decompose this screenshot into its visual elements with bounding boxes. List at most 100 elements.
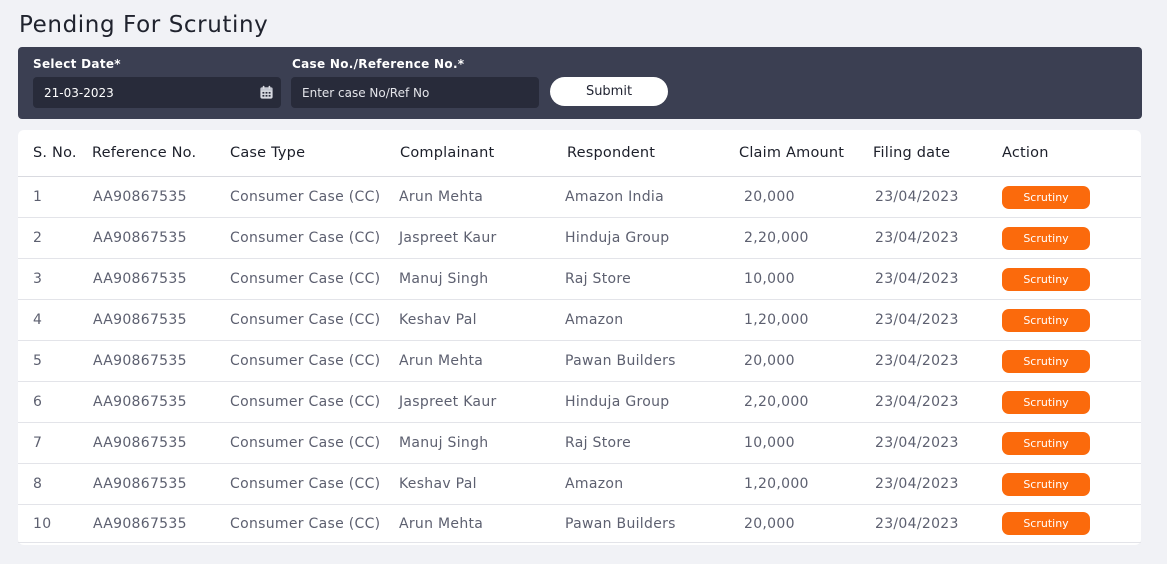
case-number-placeholder: Enter case No/Ref No [302,85,430,100]
cell-respondent: Raj Store [565,435,632,451]
cases-table: S. No. Reference No. Case Type Complaina… [18,130,1141,545]
cell-sno: 10 [33,515,52,532]
header-filing-date: Filing date [873,145,951,161]
cell-filing-date: 23/04/2023 [875,189,959,205]
table-row: 4 AA90867535 Consumer Case (CC) Keshav Pal A… [18,300,1141,341]
table-row: 5 AA90867535 Consumer Case (CC) Arun Mehta P… [18,341,1141,382]
cell-complainant: Arun Mehta [399,189,484,205]
cell-case-type: Consumer Case (CC) [230,353,381,369]
cell-sno: 2 [33,230,43,246]
scrutiny-button[interactable]: Scrutiny [1002,390,1090,414]
cell-respondent: Raj Store [565,271,632,287]
date-label: Select Date* [33,57,121,71]
scrutiny-button[interactable]: Scrutiny [1002,431,1090,455]
cell-complainant: Keshav Pal [399,476,477,492]
cell-claim-amount: 10,000 [744,271,795,287]
cell-reference: AA90867535 [93,271,187,287]
cell-sno: 4 [33,312,43,328]
cell-action: Scrutiny [1002,177,1090,217]
table-header-row: S. No. Reference No. Case Type Complaina… [18,130,1141,177]
cell-claim-amount: 20,000 [744,515,795,532]
table-row: 10 AA90867535 Consumer Case (CC) Arun Mehta… [18,505,1141,543]
submit-button[interactable]: Submit [550,77,668,106]
cell-action: Scrutiny [1002,423,1090,463]
cell-reference: AA90867535 [93,312,187,328]
header-reference: Reference No. [92,145,197,161]
header-claim-amount: Claim Amount [739,145,845,161]
cell-filing-date: 23/04/2023 [875,435,959,451]
scrutiny-button[interactable]: Scrutiny [1002,512,1090,535]
cell-respondent: Hinduja Group [565,230,670,246]
cell-filing-date: 23/04/2023 [875,312,959,328]
cell-sno: 5 [33,353,43,369]
scrutiny-button[interactable]: Scrutiny [1002,267,1090,291]
cell-case-type: Consumer Case (CC) [230,271,381,287]
scrutiny-button[interactable]: Scrutiny [1002,185,1090,209]
cell-sno: 8 [33,476,43,492]
cell-claim-amount: 2,20,000 [744,230,809,246]
cell-action: Scrutiny [1002,218,1090,258]
cell-complainant: Arun Mehta [399,515,484,532]
cell-filing-date: 23/04/2023 [875,353,959,369]
cell-respondent: Pawan Builders [565,353,676,369]
cell-action: Scrutiny [1002,505,1090,542]
cell-case-type: Consumer Case (CC) [230,312,381,328]
cell-complainant: Manuj Singh [399,435,489,451]
cell-respondent: Pawan Builders [565,515,676,532]
cell-reference: AA90867535 [93,515,187,532]
cell-reference: AA90867535 [93,435,187,451]
cell-sno: 1 [33,189,43,205]
table-row: 1 AA90867535 Consumer Case (CC) Arun Mehta A… [18,177,1141,218]
cell-case-type: Consumer Case (CC) [230,476,381,492]
cell-complainant: Jaspreet Kaur [399,394,497,410]
scrutiny-button[interactable]: Scrutiny [1002,308,1090,332]
header-action: Action [1002,145,1049,161]
calendar-icon[interactable] [259,85,274,100]
cell-respondent: Amazon India [565,189,664,205]
cell-claim-amount: 2,20,000 [744,394,809,410]
cell-claim-amount: 20,000 [744,353,795,369]
cell-action: Scrutiny [1002,259,1090,299]
cell-filing-date: 23/04/2023 [875,476,959,492]
cell-case-type: Consumer Case (CC) [230,189,381,205]
cell-claim-amount: 1,20,000 [744,312,809,328]
scrutiny-button[interactable]: Scrutiny [1002,349,1090,373]
date-field[interactable]: 21-03-2023 [33,77,281,108]
table-row: 7 AA90867535 Consumer Case (CC) Manuj Singh… [18,423,1141,464]
cell-filing-date: 23/04/2023 [875,515,959,532]
scrutiny-button[interactable]: Scrutiny [1002,226,1090,250]
cell-respondent: Amazon [565,476,624,492]
cell-case-type: Consumer Case (CC) [230,394,381,410]
header-sno: S. No. [33,145,77,161]
page-title: Pending For Scrutiny [19,12,269,38]
cell-reference: AA90867535 [93,230,187,246]
table-row: 3 AA90867535 Consumer Case (CC) Manuj Singh… [18,259,1141,300]
cell-case-type: Consumer Case (CC) [230,515,381,532]
cell-respondent: Hinduja Group [565,394,670,410]
cell-respondent: Amazon [565,312,624,328]
cell-claim-amount: 10,000 [744,435,795,451]
header-case-type: Case Type [230,145,306,161]
scrutiny-button[interactable]: Scrutiny [1002,472,1090,496]
cell-filing-date: 23/04/2023 [875,271,959,287]
cell-case-type: Consumer Case (CC) [230,435,381,451]
cell-claim-amount: 1,20,000 [744,476,809,492]
cell-filing-date: 23/04/2023 [875,394,959,410]
cell-complainant: Manuj Singh [399,271,489,287]
cell-sno: 3 [33,271,43,287]
filter-bar: Select Date* 21-03-2023 Case No./Referen… [18,47,1142,119]
case-number-input[interactable]: Enter case No/Ref No [291,77,539,108]
cell-filing-date: 23/04/2023 [875,230,959,246]
case-label: Case No./Reference No.* [292,57,465,71]
cell-claim-amount: 20,000 [744,189,795,205]
cell-reference: AA90867535 [93,353,187,369]
cell-sno: 6 [33,394,43,410]
cell-reference: AA90867535 [93,476,187,492]
table-row: 2 AA90867535 Consumer Case (CC) Jaspreet Ka… [18,218,1141,259]
cell-complainant: Keshav Pal [399,312,477,328]
table-row: 6 AA90867535 Consumer Case (CC) Jaspreet Ka… [18,382,1141,423]
cell-reference: AA90867535 [93,189,187,205]
header-complainant: Complainant [400,145,495,161]
cell-complainant: Arun Mehta [399,353,484,369]
table-row: 8 AA90867535 Consumer Case (CC) Keshav Pal A… [18,464,1141,505]
